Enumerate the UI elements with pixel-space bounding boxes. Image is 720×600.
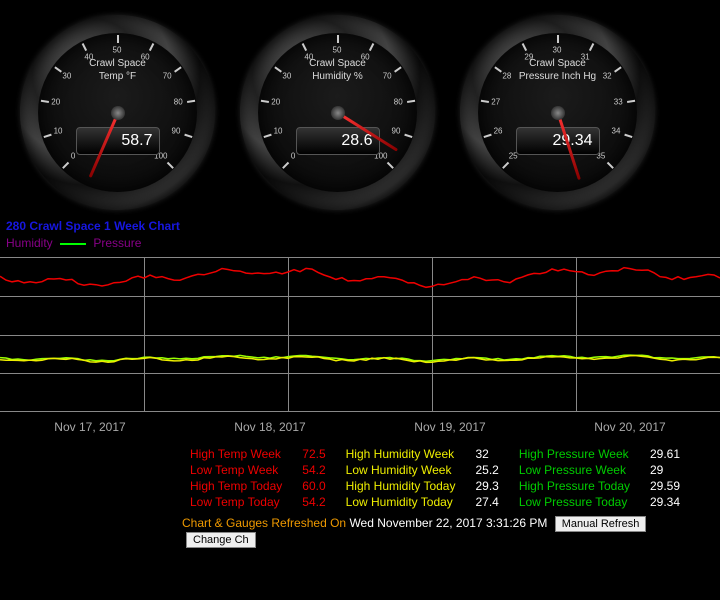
stat-value: 29.59 <box>640 478 690 494</box>
stat-value: 25.2 <box>465 462 508 478</box>
stat-label: High Pressure Week <box>509 446 640 462</box>
stat-label: High Pressure Today <box>509 478 640 494</box>
gauge-title: Crawl Space Pressure Inch Hg <box>460 57 655 83</box>
gauge-tick-label: 90 <box>172 127 181 136</box>
gauge: 0102030405060708090100Crawl Space Temp °… <box>20 15 215 210</box>
gauge-tick-label: 10 <box>274 127 283 136</box>
legend-line-icon <box>60 243 86 245</box>
stat-value: 54.2 <box>292 462 335 478</box>
gauge-needle-cap <box>111 106 125 120</box>
gauge-tick-label: 20 <box>51 98 60 107</box>
gauge: 2526272829303132333435Crawl Space Pressu… <box>460 15 655 210</box>
gauge-tick-label: 0 <box>291 151 295 160</box>
stat-value: 54.2 <box>292 494 335 510</box>
refresh-timestamp: Wed November 22, 2017 3:31:26 PM <box>349 516 547 530</box>
stat-label: Low Temp Week <box>180 462 292 478</box>
gauge-tick-label: 10 <box>54 127 63 136</box>
table-row: Low Temp Week54.2Low Humidity Week25.2Lo… <box>180 462 690 478</box>
stat-label: High Temp Today <box>180 478 292 494</box>
manual-refresh-button[interactable]: Manual Refresh <box>555 516 647 532</box>
table-row: High Temp Today60.0High Humidity Today29… <box>180 478 690 494</box>
chart-title: 280 Crawl Space 1 Week Chart <box>6 218 714 234</box>
stat-label: Low Temp Today <box>180 494 292 510</box>
stat-label: High Temp Week <box>180 446 292 462</box>
gauge-tick-label: 50 <box>333 46 342 55</box>
chart-x-axis: Nov 17, 2017Nov 18, 2017Nov 19, 2017Nov … <box>0 412 720 434</box>
gauge-tick-label: 30 <box>553 46 562 55</box>
gauge-tick-label: 34 <box>612 127 621 136</box>
gauge-value: 29.34 <box>516 127 600 155</box>
gauge-tick-label: 80 <box>394 98 403 107</box>
footer-bar: Chart & Gauges Refreshed On Wed November… <box>0 514 720 548</box>
stat-value: 29.61 <box>640 446 690 462</box>
legend-pressure: Pressure <box>93 236 141 250</box>
stat-label: Low Humidity Today <box>336 494 466 510</box>
gauge-tick-label: 0 <box>71 151 75 160</box>
x-axis-label: Nov 18, 2017 <box>180 420 360 434</box>
table-row: Low Temp Today54.2Low Humidity Today27.4… <box>180 494 690 510</box>
stat-value: 29.3 <box>465 478 508 494</box>
stat-label: High Humidity Today <box>336 478 466 494</box>
table-row: High Temp Week72.5High Humidity Week32Hi… <box>180 446 690 462</box>
chart-header: 280 Crawl Space 1 Week Chart Humidity Pr… <box>0 218 720 251</box>
stat-value: 32 <box>465 446 508 462</box>
x-axis-label: Nov 20, 2017 <box>540 420 720 434</box>
gauge-tick-label: 33 <box>614 98 623 107</box>
chart-series <box>0 262 720 292</box>
stat-label: Low Pressure Today <box>509 494 640 510</box>
chart-legend: Humidity Pressure <box>6 235 714 251</box>
gauge-needle-cap <box>551 106 565 120</box>
gauge-tick-label: 80 <box>174 98 183 107</box>
stat-value: 29.34 <box>640 494 690 510</box>
gauge-tick-label: 50 <box>113 46 122 55</box>
week-chart <box>0 257 720 412</box>
gauge-tick-label: 90 <box>392 127 401 136</box>
stat-value: 60.0 <box>292 478 335 494</box>
gauge-tick-label: 27 <box>491 98 500 107</box>
stat-value: 29 <box>640 462 690 478</box>
gauge-tick-label: 20 <box>271 98 280 107</box>
refresh-label: Chart & Gauges Refreshed On <box>182 516 346 530</box>
stat-value: 27.4 <box>465 494 508 510</box>
change-chart-button[interactable]: Change Ch <box>186 532 256 548</box>
x-axis-label: Nov 17, 2017 <box>0 420 180 434</box>
chart-series <box>0 344 720 374</box>
stat-label: Low Humidity Week <box>336 462 466 478</box>
gauge-title: Crawl Space Temp °F <box>20 57 215 83</box>
gauge-row: 0102030405060708090100Crawl Space Temp °… <box>0 0 720 218</box>
stat-label: High Humidity Week <box>336 446 466 462</box>
stat-label: Low Pressure Week <box>509 462 640 478</box>
legend-humidity: Humidity <box>6 236 53 250</box>
gauge: 0102030405060708090100Crawl Space Humidi… <box>240 15 435 210</box>
gauge-needle-cap <box>331 106 345 120</box>
gauge-tick-label: 26 <box>494 127 503 136</box>
stat-value: 72.5 <box>292 446 335 462</box>
gauge-value: 58.7 <box>76 127 160 155</box>
x-axis-label: Nov 19, 2017 <box>360 420 540 434</box>
gauge-title: Crawl Space Humidity % <box>240 57 435 83</box>
stats-table: High Temp Week72.5High Humidity Week32Hi… <box>0 434 720 514</box>
